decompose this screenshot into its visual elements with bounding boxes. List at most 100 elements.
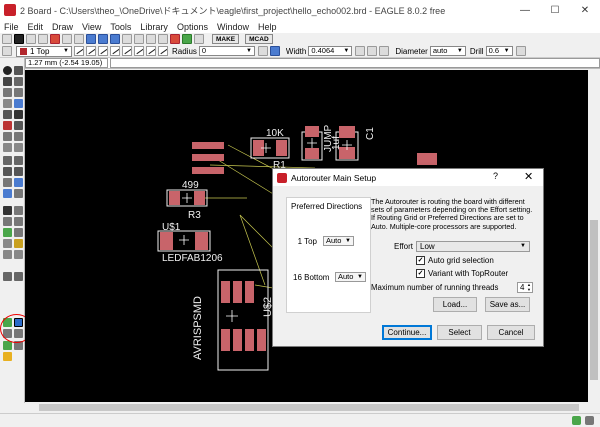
close-button[interactable]: ✕ (570, 0, 600, 20)
hole-icon[interactable] (14, 228, 23, 237)
miter-icon[interactable] (257, 46, 268, 56)
horizontal-scrollbar[interactable] (25, 402, 588, 413)
wire-bend-icon[interactable] (98, 46, 108, 56)
zoom-select-icon[interactable] (134, 34, 144, 44)
save-as-button[interactable]: Save as... (485, 297, 530, 312)
change-icon[interactable] (14, 110, 23, 119)
lightning-icon[interactable] (572, 416, 581, 425)
add-icon[interactable] (14, 250, 23, 259)
wrench-icon[interactable] (14, 121, 23, 130)
radius-field[interactable]: 0 ▼ (198, 46, 255, 56)
undo-icon[interactable] (146, 34, 156, 44)
ripup-icon[interactable] (3, 178, 12, 187)
show-icon[interactable] (14, 66, 23, 75)
stop-icon[interactable] (170, 34, 180, 44)
redraw-icon[interactable] (122, 34, 132, 44)
group-icon[interactable] (3, 110, 12, 119)
script-icon[interactable] (62, 34, 72, 44)
mcad-button[interactable]: MCAD (245, 34, 273, 44)
miter-tool-icon[interactable] (14, 143, 23, 152)
maximize-button[interactable]: ☐ (540, 0, 570, 20)
spin-arrows-icon[interactable]: ▲ ▼ (527, 282, 531, 292)
make-button[interactable]: MAKE (212, 34, 240, 44)
cancel-button[interactable]: Cancel (487, 325, 535, 340)
wire-bend-icon[interactable] (122, 46, 132, 56)
rect-icon[interactable] (3, 217, 12, 226)
go-icon[interactable] (182, 34, 192, 44)
value-icon[interactable] (14, 167, 23, 176)
command-line-input[interactable] (110, 58, 600, 68)
circle-icon[interactable] (14, 206, 23, 215)
move-icon[interactable] (3, 88, 12, 97)
via-options-icon[interactable] (515, 46, 526, 56)
variant-checkbox[interactable]: ✓ (416, 269, 425, 278)
menu-file[interactable]: File (4, 22, 19, 32)
dimension-icon[interactable] (14, 239, 23, 248)
line-style-icon[interactable] (269, 46, 280, 56)
warning-icon[interactable] (3, 352, 12, 361)
wire-bend-icon[interactable] (86, 46, 96, 56)
wire-bend-icon[interactable] (74, 46, 84, 56)
menu-edit[interactable]: Edit (28, 22, 44, 32)
drill-field[interactable]: 0.6 ▼ (485, 46, 513, 56)
rotate-icon[interactable] (14, 88, 23, 97)
redo-icon[interactable] (158, 34, 168, 44)
display-icon[interactable] (3, 77, 12, 86)
threads-spinbox[interactable]: 4 ▲ ▼ (517, 282, 533, 293)
wire-bend-icon[interactable] (146, 46, 156, 56)
vertical-scrollbar[interactable] (588, 70, 600, 402)
ulp-icon[interactable] (74, 34, 84, 44)
wire-bend-icon[interactable] (158, 46, 168, 56)
auto-grid-checkbox[interactable]: ✓ (416, 256, 425, 265)
menu-library[interactable]: Library (140, 22, 168, 32)
help-button[interactable]: ? (493, 171, 498, 181)
wire-icon[interactable] (3, 189, 12, 198)
print-icon[interactable] (26, 34, 36, 44)
pinswap-icon[interactable] (14, 272, 23, 281)
zoom-out-icon[interactable] (110, 34, 120, 44)
menu-options[interactable]: Options (177, 22, 208, 32)
lock-icon[interactable] (14, 156, 23, 165)
smash-icon[interactable] (3, 156, 12, 165)
route-icon[interactable] (14, 178, 23, 187)
mirror-icon[interactable] (3, 99, 12, 108)
menu-view[interactable]: View (82, 22, 101, 32)
schematic-icon[interactable] (50, 34, 60, 44)
diameter-field[interactable]: auto ▼ (429, 46, 466, 56)
info-icon[interactable] (3, 66, 12, 75)
open-icon[interactable] (2, 34, 12, 44)
split-icon[interactable] (3, 132, 12, 141)
layer-select[interactable]: 1 Top ▼ (16, 45, 72, 57)
copy-icon[interactable] (14, 99, 23, 108)
name-icon[interactable] (3, 167, 12, 176)
effort-select[interactable]: Low ▼ (416, 241, 530, 252)
menu-window[interactable]: Window (217, 22, 249, 32)
zoom-fit-icon[interactable] (86, 34, 96, 44)
menu-draw[interactable]: Draw (52, 22, 73, 32)
settings-icon[interactable] (585, 416, 594, 425)
signal-icon[interactable] (3, 250, 12, 259)
load-button[interactable]: Load... (433, 297, 477, 312)
select-button[interactable]: Select (437, 325, 482, 340)
via-shape-round-icon[interactable] (367, 46, 378, 56)
text-icon[interactable] (3, 206, 12, 215)
zoom-in-icon[interactable] (98, 34, 108, 44)
optimize-icon[interactable] (14, 132, 23, 141)
continue-button[interactable]: Continue... (382, 325, 432, 340)
polygon-icon[interactable] (14, 217, 23, 226)
command-input-icon[interactable] (194, 34, 204, 44)
cam-icon[interactable] (38, 34, 48, 44)
via-icon[interactable] (3, 228, 12, 237)
menu-help[interactable]: Help (258, 22, 277, 32)
attribute-icon[interactable] (3, 239, 12, 248)
width-field[interactable]: 0.4064 ▼ (308, 46, 353, 56)
wire-bend-icon[interactable] (110, 46, 120, 56)
horizontal-scroll-thumb[interactable] (39, 404, 579, 411)
dialog-close-button[interactable]: ✕ (524, 170, 533, 183)
minimize-button[interactable]: — (510, 0, 540, 20)
via-shape-square-icon[interactable] (355, 46, 366, 56)
save-icon[interactable] (14, 34, 24, 44)
replace-icon[interactable] (3, 272, 12, 281)
via-shape-octagon-icon[interactable] (379, 46, 390, 56)
wire-bend-icon[interactable] (134, 46, 144, 56)
